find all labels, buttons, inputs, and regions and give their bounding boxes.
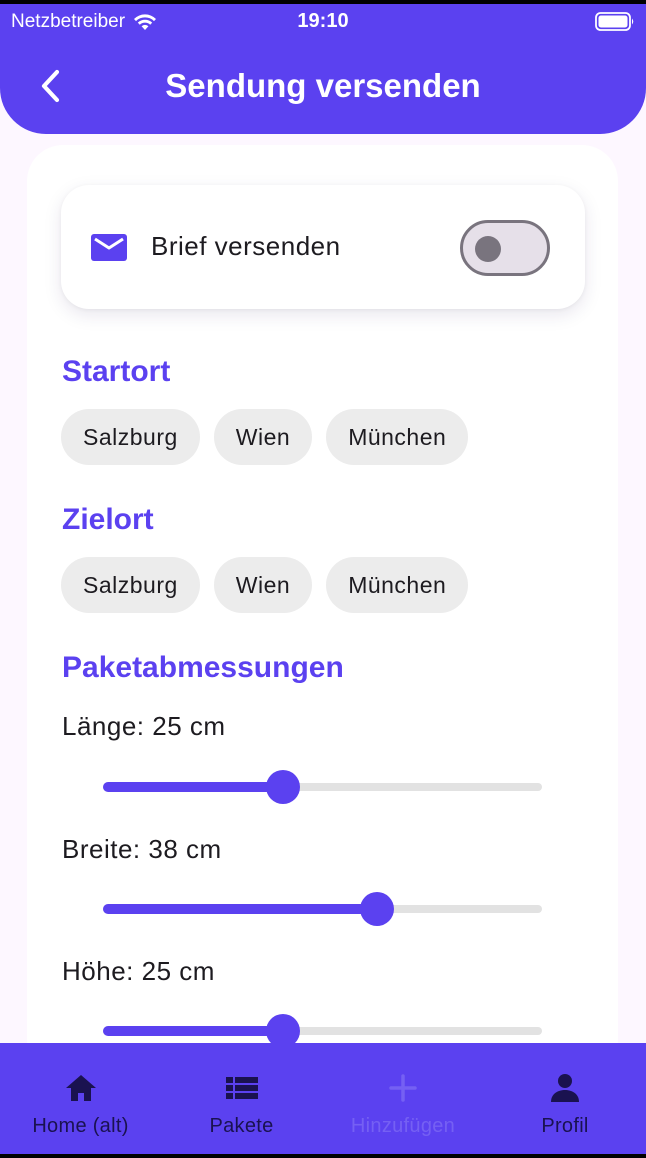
start-chip-wien[interactable]: Wien <box>213 409 313 465</box>
nav-item-hinzufuegen[interactable]: Hinzufügen <box>322 1043 484 1158</box>
letter-toggle-row: Brief versenden <box>61 185 585 309</box>
destination-chip-salzburg[interactable]: Salzburg <box>61 557 200 613</box>
slider-fill <box>103 1026 283 1036</box>
slider-fill <box>103 782 283 792</box>
width-label: Breite: 38 cm <box>62 834 222 864</box>
slider-thumb[interactable] <box>360 892 395 926</box>
destination-section-title: Zielort <box>62 503 154 536</box>
person-icon <box>551 1074 579 1102</box>
destination-chip-row: Salzburg Wien München <box>61 557 469 613</box>
destination-chip-wien[interactable]: Wien <box>213 557 313 613</box>
dimensions-section-title: Paketabmessungen <box>62 651 344 684</box>
length-label: Länge: 25 cm <box>62 711 226 741</box>
mail-icon <box>91 234 127 261</box>
height-label: Höhe: 25 cm <box>62 956 215 986</box>
nav-item-home[interactable]: Home (alt) <box>0 1043 161 1158</box>
start-chip-muenchen[interactable]: München <box>326 409 469 465</box>
app-header: Netzbetreiber 19:10 Sendung versenden <box>0 4 646 134</box>
nav-label-profil: Profil <box>541 1115 589 1137</box>
page-title: Sendung versenden <box>165 67 481 104</box>
plus-icon <box>389 1074 417 1102</box>
status-time: 19:10 <box>297 10 349 32</box>
shipment-form-card: Brief versenden Startort Salzburg Wien M… <box>27 145 618 1075</box>
nav-label-pakete: Pakete <box>209 1115 274 1137</box>
battery-icon <box>595 12 634 31</box>
nav-label-hinzufuegen: Hinzufügen <box>350 1115 456 1137</box>
start-chip-row: Salzburg Wien München <box>61 409 469 465</box>
bottom-navigation: Home (alt) Pakete Hinzufügen Profil <box>0 1043 646 1158</box>
status-bar: Netzbetreiber 19:10 <box>0 4 646 40</box>
letter-toggle-switch[interactable] <box>460 220 550 276</box>
start-chip-salzburg[interactable]: Salzburg <box>61 409 200 465</box>
slider-fill <box>103 904 378 914</box>
switch-knob <box>475 236 501 262</box>
start-section-title: Startort <box>62 355 171 388</box>
length-slider[interactable] <box>103 767 542 807</box>
app-screen: Netzbetreiber 19:10 Sendung versenden Br… <box>0 0 646 1158</box>
slider-thumb[interactable] <box>265 770 300 804</box>
width-slider[interactable] <box>103 889 542 929</box>
screen-edge-bottom <box>0 1154 646 1158</box>
destination-chip-muenchen[interactable]: München <box>326 557 469 613</box>
home-icon <box>65 1075 96 1101</box>
nav-item-profil[interactable]: Profil <box>484 1043 646 1158</box>
list-icon <box>225 1077 258 1099</box>
nav-item-pakete[interactable]: Pakete <box>161 1043 322 1158</box>
letter-toggle-label: Brief versenden <box>151 231 341 261</box>
nav-label-home: Home (alt) <box>32 1115 129 1137</box>
